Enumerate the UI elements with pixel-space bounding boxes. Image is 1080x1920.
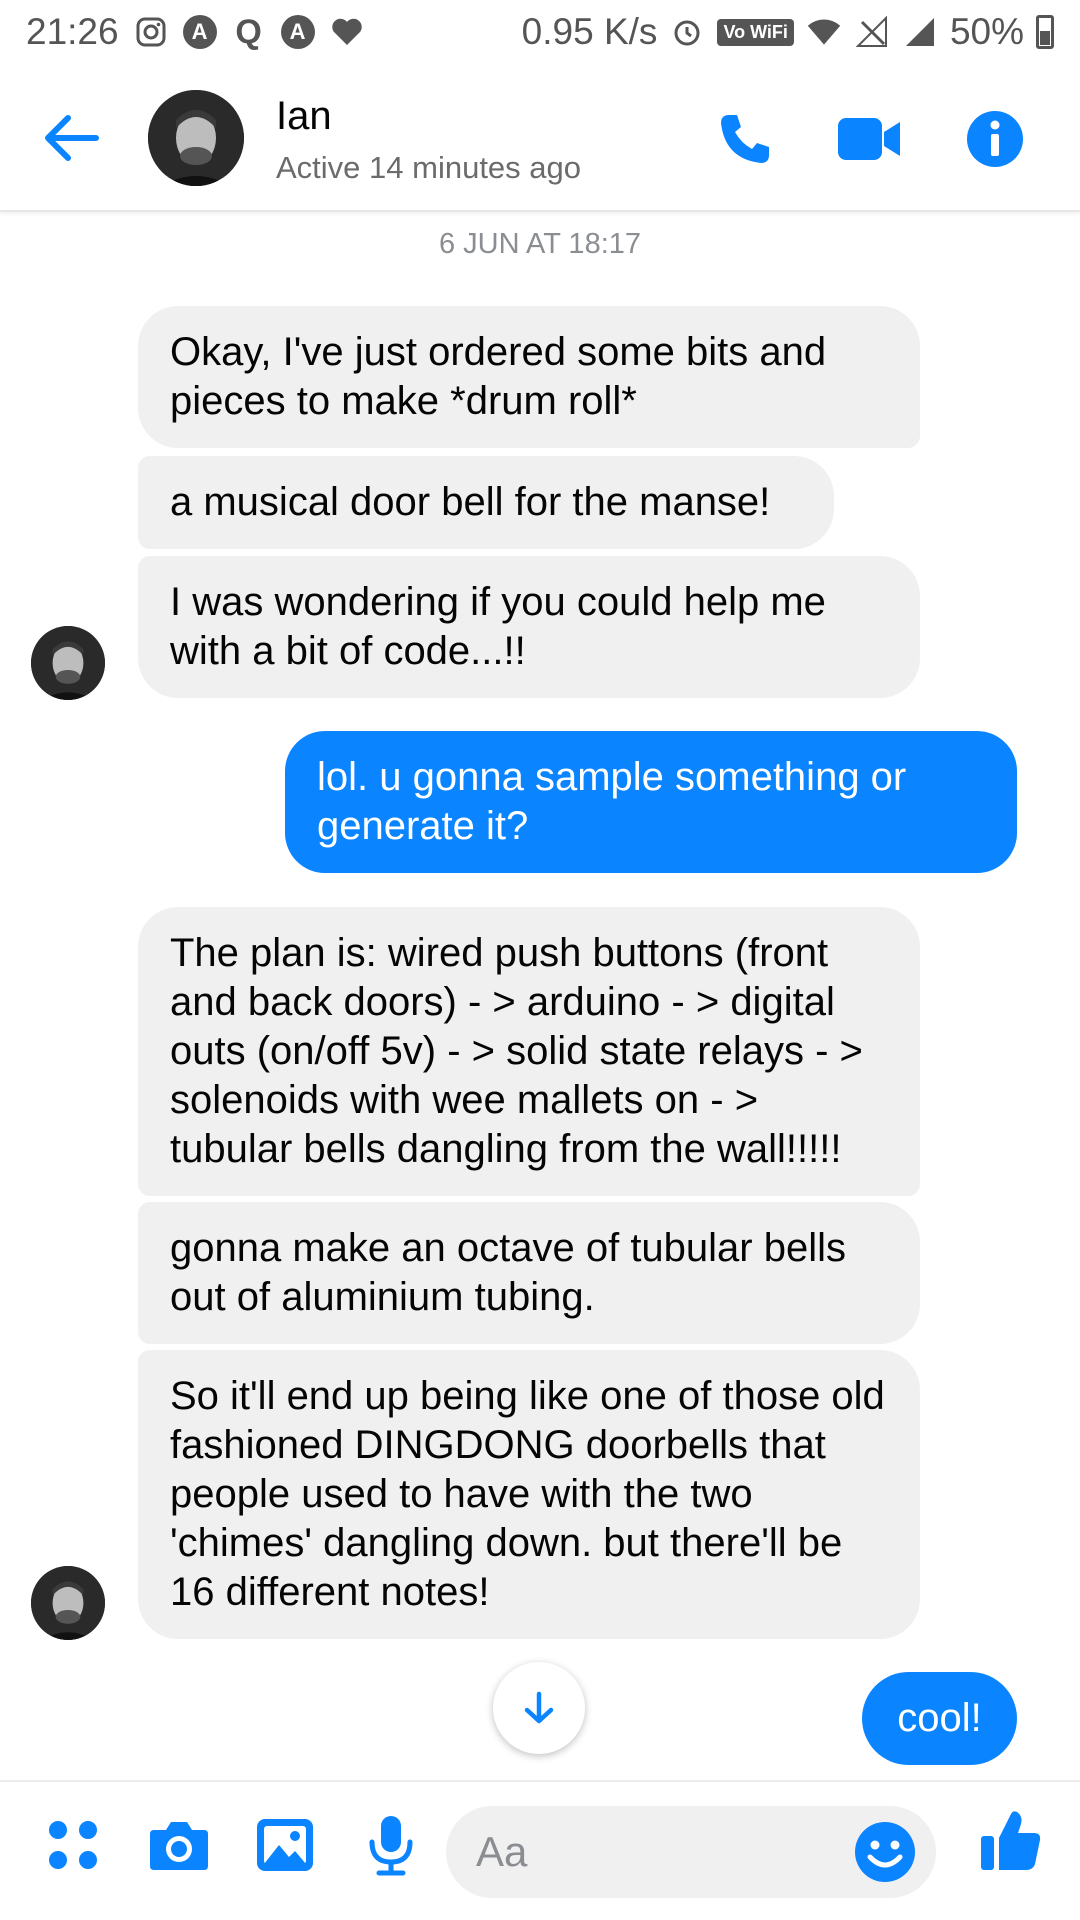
message-bubble-received[interactable]: gonna make an octave of tubular bells ou… (138, 1202, 920, 1344)
like-button[interactable] (978, 1808, 1044, 1874)
instagram-icon (133, 14, 169, 50)
avatar[interactable] (148, 90, 244, 186)
back-arrow-icon (45, 115, 99, 161)
net-speed: 0.95 K/s (521, 11, 658, 52)
conversation-header: Ian Active 14 minutes ago (0, 64, 1080, 212)
q-icon: Q (235, 12, 262, 51)
message-bubble-received[interactable]: Okay, I've just ordered some bits and pi… (138, 306, 920, 448)
a-icon: A (182, 15, 217, 49)
gallery-icon (257, 1819, 313, 1871)
battery-percent: 50% (949, 11, 1024, 52)
message-bubble-sent[interactable]: cool! (862, 1672, 1017, 1765)
message-input[interactable]: Aa (446, 1806, 936, 1898)
sender-avatar[interactable] (31, 1566, 105, 1640)
info-button[interactable] (960, 104, 1030, 174)
scroll-to-bottom-button[interactable] (493, 1662, 585, 1754)
signal-icon (902, 14, 938, 50)
voice-button[interactable] (358, 1812, 424, 1878)
alarm-icon (669, 14, 705, 50)
contact-name[interactable]: Ian (276, 94, 332, 139)
thumbs-up-icon (981, 1811, 1041, 1870)
a-icon: A (280, 15, 315, 49)
status-time: 21:26 (26, 11, 119, 52)
message-bubble-received[interactable]: The plan is: wired push buttons (front a… (138, 907, 920, 1196)
vowifi-badge: Vo WiFi (717, 18, 794, 46)
info-icon (967, 111, 1023, 167)
video-call-button[interactable] (834, 104, 904, 174)
no-signal-icon (854, 14, 890, 50)
message-bubble-received[interactable]: a musical door bell for the manse! (138, 456, 834, 549)
camera-icon (150, 1822, 208, 1870)
status-bar: 21:26 A Q A 0.95 K/s Vo WiFi 50% (0, 0, 1080, 64)
camera-button[interactable] (146, 1812, 212, 1878)
video-camera-icon (838, 118, 900, 160)
heart-icon (329, 14, 365, 50)
message-bubble-received[interactable]: I was wondering if you could help me wit… (138, 556, 920, 698)
gallery-button[interactable] (252, 1812, 318, 1878)
phone-icon (721, 115, 769, 163)
composer-bar: Aa (0, 1780, 1080, 1920)
wifi-icon (806, 14, 842, 50)
call-button[interactable] (710, 104, 780, 174)
microphone-icon (369, 1816, 413, 1876)
sender-avatar[interactable] (31, 626, 105, 700)
active-status: Active 14 minutes ago (276, 150, 582, 185)
message-bubble-received[interactable]: So it'll end up being like one of those … (138, 1350, 920, 1639)
message-bubble-sent[interactable]: lol. u gonna sample something or generat… (285, 731, 1017, 873)
emoji-button[interactable] (852, 1819, 918, 1885)
apps-icon (49, 1821, 97, 1869)
back-button[interactable] (38, 106, 102, 170)
message-input-placeholder: Aa (476, 1828, 528, 1875)
apps-button[interactable] (40, 1812, 106, 1878)
battery-icon (1036, 15, 1054, 49)
emoji-icon (855, 1822, 915, 1882)
arrow-down-icon (524, 1691, 554, 1724)
conversation-timestamp: 6 JUN AT 18:17 (438, 228, 642, 260)
